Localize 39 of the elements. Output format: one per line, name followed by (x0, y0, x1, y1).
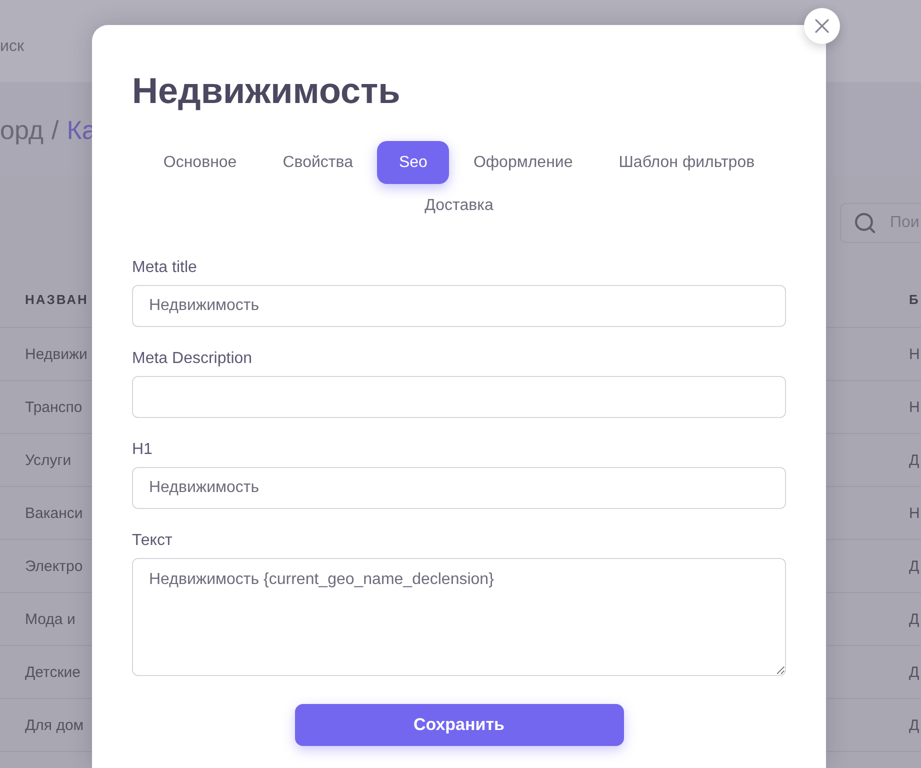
table-cell: Мода и (25, 610, 76, 628)
field-label: Meta title (132, 258, 197, 278)
text-input-field[interactable]: Недвижимость (132, 467, 786, 509)
tab[interactable]: Seo (376, 141, 450, 184)
table-cell: Недвижи (25, 346, 88, 362)
tab[interactable]: Шаблон фильтров (596, 141, 777, 184)
modal-title: Недвижимость (132, 71, 400, 111)
table-cell-text: Д (909, 610, 920, 628)
column-header: НАЗВАН (25, 292, 88, 307)
field-label: H1 (132, 440, 152, 460)
tab[interactable]: Доставка (402, 184, 516, 227)
table-cell: Транспо (25, 398, 82, 416)
table-cell-text: Д (909, 716, 920, 734)
table-cell-text: Д (909, 664, 920, 680)
search-icon (855, 213, 875, 233)
table-cell: Ваканси (25, 504, 83, 522)
text-area-field[interactable]: Недвижимость {current_geo_name_declension} (132, 558, 786, 676)
table-cell: Н (909, 504, 921, 522)
breadcrumb-item: орд (0, 114, 44, 146)
table-cell: Услуги (25, 452, 72, 468)
save-button[interactable]: Сохранить (294, 704, 624, 746)
column-header: Б (909, 292, 921, 307)
table-cell: Для дом (25, 716, 84, 734)
field-label: Meta Description (132, 349, 252, 369)
navbar-search-text: иск (0, 37, 24, 57)
table-cell: Н (909, 398, 921, 416)
tab[interactable]: Основное (141, 141, 259, 184)
table-cell: Детские (25, 664, 80, 680)
field-label: Текст (132, 531, 172, 551)
table-cell-text: Д (909, 558, 920, 574)
text-input-field[interactable] (132, 376, 786, 418)
tab[interactable]: Оформление (451, 141, 595, 184)
table-cell-text: Д (909, 452, 920, 468)
tab[interactable]: Свойства (260, 141, 375, 184)
table-cell: Электро (25, 558, 83, 574)
table-cell: Н (909, 346, 921, 362)
close-icon (815, 19, 829, 33)
text-input-field[interactable]: Недвижимость (132, 285, 786, 327)
breadcrumb-separator: / (52, 114, 59, 146)
